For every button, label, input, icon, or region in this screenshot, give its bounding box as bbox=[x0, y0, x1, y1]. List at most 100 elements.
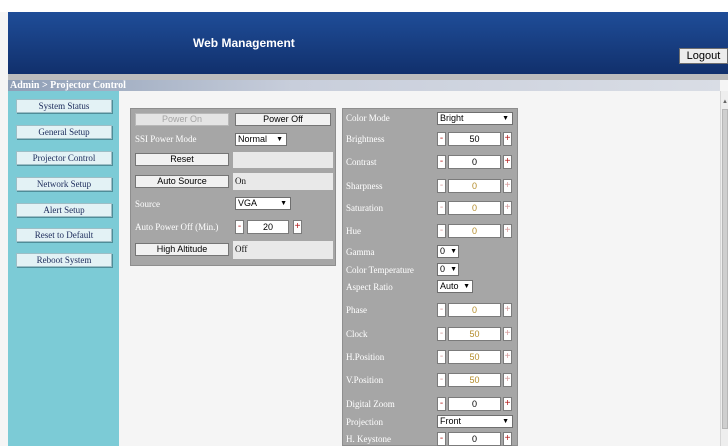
auto-power-off-decrement-button[interactable]: - bbox=[235, 220, 244, 234]
brightness-input[interactable]: 50 bbox=[448, 132, 501, 146]
sharpness-input[interactable]: 0 bbox=[448, 179, 501, 193]
hue-increment-button[interactable]: + bbox=[503, 224, 512, 238]
contrast-input[interactable]: 0 bbox=[448, 155, 501, 169]
reset-button[interactable]: Reset bbox=[135, 153, 229, 166]
h-position-stepper: - 50 + bbox=[437, 350, 515, 364]
projector-web-management-page: Web Management Logout Admin > Projector … bbox=[0, 0, 728, 446]
contrast-decrement-button[interactable]: - bbox=[437, 155, 446, 169]
h-keystone-label: H. Keystone bbox=[346, 434, 391, 444]
color-temperature-select[interactable]: 0 ▼ bbox=[437, 263, 459, 276]
hue-input[interactable]: 0 bbox=[448, 224, 501, 238]
clock-input[interactable]: 50 bbox=[448, 327, 501, 341]
logout-button[interactable]: Logout bbox=[679, 48, 728, 64]
sidebar-nav: System Status General Setup Projector Co… bbox=[8, 91, 119, 446]
h-keystone-stepper: - 0 + bbox=[437, 432, 515, 446]
saturation-input[interactable]: 0 bbox=[448, 201, 501, 215]
ssi-power-mode-select[interactable]: Normal ▼ bbox=[235, 133, 287, 146]
brightness-stepper: - 50 + bbox=[437, 132, 515, 146]
header-banner: Web Management bbox=[8, 12, 728, 74]
v-position-label: V.Position bbox=[346, 375, 384, 385]
brightness-label: Brightness bbox=[346, 134, 385, 144]
power-on-button[interactable]: Power On bbox=[135, 113, 229, 126]
phase-decrement-button[interactable]: - bbox=[437, 303, 446, 317]
phase-increment-button[interactable]: + bbox=[503, 303, 512, 317]
clock-decrement-button[interactable]: - bbox=[437, 327, 446, 341]
contrast-label: Contrast bbox=[346, 157, 377, 167]
h-keystone-decrement-button[interactable]: - bbox=[437, 432, 446, 446]
ssi-power-mode-label: SSI Power Mode bbox=[135, 134, 197, 144]
hue-decrement-button[interactable]: - bbox=[437, 224, 446, 238]
scroll-thumb[interactable] bbox=[722, 109, 728, 429]
digital-zoom-stepper: - 0 + bbox=[437, 397, 515, 411]
phase-stepper: - 0 + bbox=[437, 303, 515, 317]
reset-empty-cell bbox=[233, 152, 333, 168]
sharpness-label: Sharpness bbox=[346, 181, 383, 191]
sidebar-item-reset-to-default[interactable]: Reset to Default bbox=[16, 228, 112, 242]
h-position-increment-button[interactable]: + bbox=[503, 350, 512, 364]
clock-increment-button[interactable]: + bbox=[503, 327, 512, 341]
saturation-decrement-button[interactable]: - bbox=[437, 201, 446, 215]
sharpness-decrement-button[interactable]: - bbox=[437, 179, 446, 193]
auto-source-button[interactable]: Auto Source bbox=[135, 175, 229, 188]
sidebar-item-system-status[interactable]: System Status bbox=[16, 99, 112, 113]
high-altitude-value-cell: Off bbox=[233, 241, 333, 259]
high-altitude-value: Off bbox=[235, 244, 248, 254]
v-position-increment-button[interactable]: + bbox=[503, 373, 512, 387]
scroll-up-arrow-icon[interactable]: ▲ bbox=[722, 99, 728, 105]
brightness-decrement-button[interactable]: - bbox=[437, 132, 446, 146]
auto-source-value: On bbox=[235, 176, 246, 186]
gamma-value: 0 bbox=[440, 246, 446, 256]
color-temperature-value: 0 bbox=[440, 264, 446, 274]
h-keystone-increment-button[interactable]: + bbox=[503, 432, 512, 446]
sidebar-item-network-setup[interactable]: Network Setup bbox=[16, 177, 112, 191]
sidebar-item-general-setup[interactable]: General Setup bbox=[16, 125, 112, 139]
sidebar-item-alert-setup[interactable]: Alert Setup bbox=[16, 203, 112, 217]
saturation-stepper: - 0 + bbox=[437, 201, 515, 215]
sidebar-item-reboot-system[interactable]: Reboot System bbox=[16, 253, 112, 267]
color-temperature-label: Color Temperature bbox=[346, 265, 414, 275]
auto-power-off-input[interactable]: 20 bbox=[247, 220, 289, 234]
projection-select[interactable]: Front ▼ bbox=[437, 415, 513, 428]
app-title: Web Management bbox=[193, 36, 295, 50]
digital-zoom-increment-button[interactable]: + bbox=[503, 397, 512, 411]
aspect-ratio-value: Auto bbox=[440, 281, 459, 291]
hue-label: Hue bbox=[346, 226, 361, 236]
h-position-label: H.Position bbox=[346, 352, 385, 362]
power-off-button[interactable]: Power Off bbox=[235, 113, 331, 126]
v-position-input[interactable]: 50 bbox=[448, 373, 501, 387]
v-position-decrement-button[interactable]: - bbox=[437, 373, 446, 387]
vertical-scrollbar[interactable]: ▲ bbox=[720, 91, 728, 446]
top-margin bbox=[0, 0, 728, 12]
saturation-label: Saturation bbox=[346, 203, 383, 213]
color-mode-label: Color Mode bbox=[346, 113, 390, 123]
auto-source-value-cell: On bbox=[233, 173, 333, 190]
color-mode-select[interactable]: Bright ▼ bbox=[437, 112, 513, 125]
projection-label: Projection bbox=[346, 417, 383, 427]
source-select[interactable]: VGA ▼ bbox=[235, 197, 291, 210]
brightness-increment-button[interactable]: + bbox=[503, 132, 512, 146]
clock-label: Clock bbox=[346, 329, 368, 339]
auto-power-off-label: Auto Power Off (Min.) bbox=[135, 222, 219, 232]
gamma-select[interactable]: 0 ▼ bbox=[437, 245, 459, 258]
contrast-increment-button[interactable]: + bbox=[503, 155, 512, 169]
h-position-decrement-button[interactable]: - bbox=[437, 350, 446, 364]
auto-power-off-increment-button[interactable]: + bbox=[293, 220, 302, 234]
sidebar-item-projector-control[interactable]: Projector Control bbox=[16, 151, 112, 165]
v-position-stepper: - 50 + bbox=[437, 373, 515, 387]
digital-zoom-input[interactable]: 0 bbox=[448, 397, 501, 411]
aspect-ratio-select[interactable]: Auto ▼ bbox=[437, 280, 473, 293]
digital-zoom-label: Digital Zoom bbox=[346, 399, 395, 409]
phase-input[interactable]: 0 bbox=[448, 303, 501, 317]
digital-zoom-decrement-button[interactable]: - bbox=[437, 397, 446, 411]
chevron-down-icon: ▼ bbox=[450, 266, 457, 273]
color-mode-value: Bright bbox=[440, 113, 464, 123]
h-position-input[interactable]: 50 bbox=[448, 350, 501, 364]
h-keystone-input[interactable]: 0 bbox=[448, 432, 501, 446]
ssi-power-mode-value: Normal bbox=[238, 134, 268, 144]
saturation-increment-button[interactable]: + bbox=[503, 201, 512, 215]
source-value: VGA bbox=[238, 198, 258, 208]
source-label: Source bbox=[135, 199, 160, 209]
sharpness-increment-button[interactable]: + bbox=[503, 179, 512, 193]
image-settings-panel: Color Mode Bright ▼ Brightness - 50 + Co… bbox=[342, 108, 518, 446]
high-altitude-button[interactable]: High Altitude bbox=[135, 243, 229, 256]
